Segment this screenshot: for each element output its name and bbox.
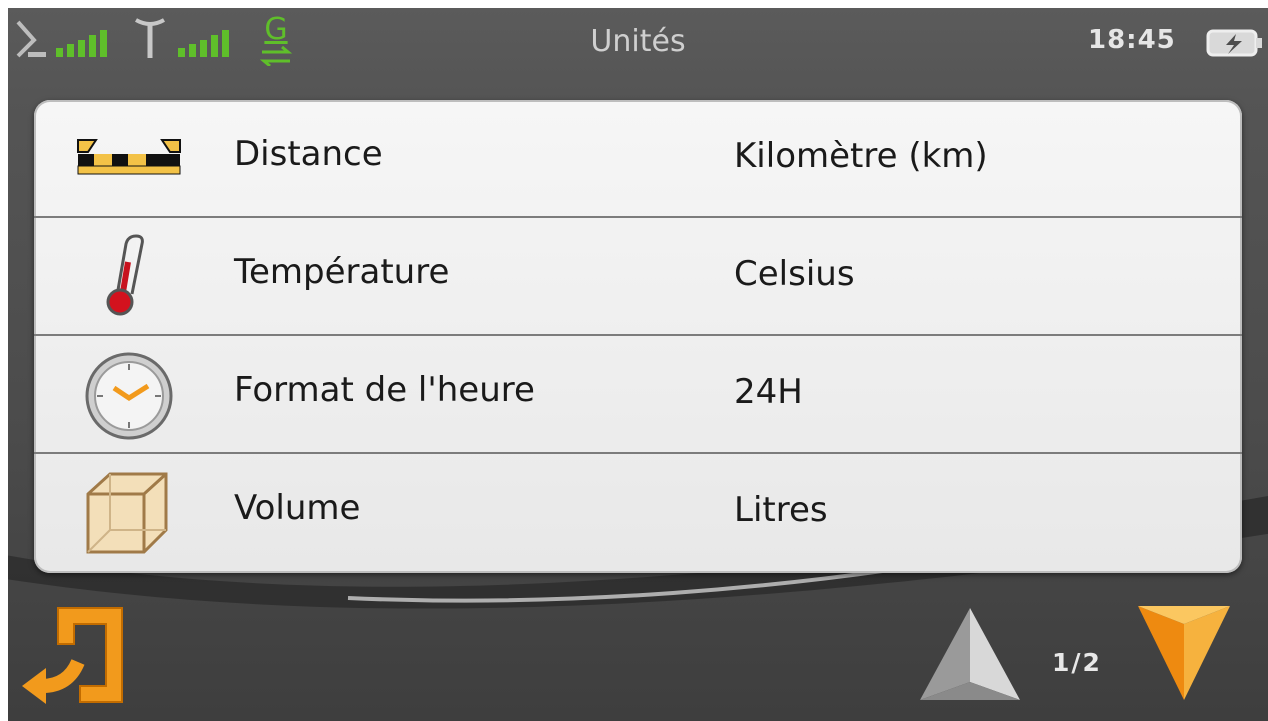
clock-icon (85, 352, 173, 440)
units-list: Distance Kilomètre (km) Température Cels… (34, 100, 1242, 573)
scroll-up-button[interactable] (916, 604, 1024, 704)
page-title: Unités (590, 24, 686, 59)
unit-value: Celsius (734, 254, 855, 294)
back-button[interactable] (18, 600, 128, 710)
unit-value: 24H (734, 372, 803, 412)
unit-value: Kilomètre (km) (734, 136, 988, 176)
battery-charging-icon (1206, 29, 1262, 57)
unit-value: Litres (734, 490, 828, 530)
scroll-up-icon (920, 608, 1020, 700)
navigation-screen: G Unités 18:45 Distance Kilomètre (km) T… (8, 8, 1268, 721)
back-arrow-icon (22, 607, 123, 704)
unit-label: Distance (234, 134, 383, 174)
thermometer-icon (106, 234, 144, 316)
unit-label: Température (234, 252, 450, 292)
cube-icon (86, 472, 168, 554)
scroll-down-button[interactable] (1136, 600, 1232, 704)
page-indicator: 1/2 (1052, 648, 1102, 677)
unit-label: Format de l'heure (234, 370, 535, 410)
unit-row-time-format[interactable]: Format de l'heure 24H (34, 336, 1242, 454)
clock-time: 18:45 (1088, 25, 1176, 55)
status-bar: G Unités 18:45 (8, 8, 1268, 80)
unit-row-temperature[interactable]: Température Celsius (34, 218, 1242, 336)
scroll-down-icon (1138, 606, 1230, 700)
unit-row-distance[interactable]: Distance Kilomètre (km) (34, 100, 1242, 218)
unit-label: Volume (234, 488, 361, 528)
distance-ruler-icon (77, 139, 181, 175)
unit-row-volume[interactable]: Volume Litres (34, 454, 1242, 572)
